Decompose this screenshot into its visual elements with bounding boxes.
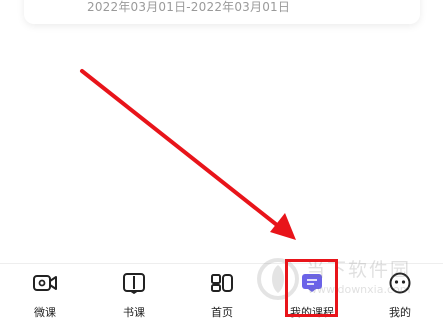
course-card[interactable]: 2022年03月01日-2022年03月01日 <box>24 0 420 24</box>
tab-home[interactable]: 首页 <box>192 264 252 322</box>
annotation-arrow <box>80 69 284 231</box>
tab-shuke[interactable]: 书课 <box>104 264 164 322</box>
tab-mine-label: 我的 <box>389 306 411 319</box>
tab-weike[interactable]: 微课 <box>15 264 75 322</box>
annotation-arrow-head <box>270 213 296 240</box>
home-grid-icon <box>211 274 233 292</box>
video-camera-icon <box>33 275 57 291</box>
tab-home-label: 首页 <box>211 306 233 319</box>
tab-shuke-label: 书课 <box>123 306 145 319</box>
app-screen: 2022年03月01日-2022年03月01日 微课 书课 首页 我的课程 我的… <box>0 0 443 322</box>
open-book-icon <box>123 273 145 294</box>
tab-weike-label: 微课 <box>34 306 56 319</box>
course-date-range: 2022年03月01日-2022年03月01日 <box>87 0 291 14</box>
annotation-highlight-box <box>285 259 338 317</box>
